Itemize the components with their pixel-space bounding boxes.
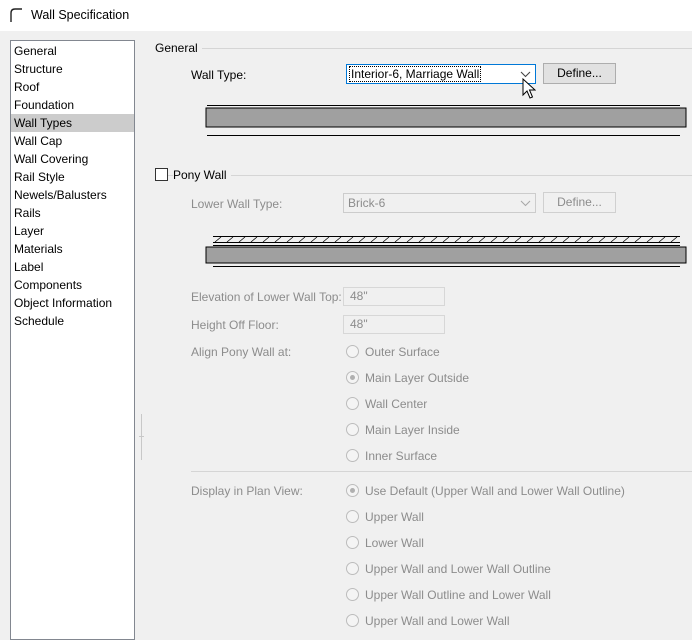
height-off-floor-label: Height Off Floor: xyxy=(191,318,279,332)
chevron-down-icon xyxy=(520,200,531,207)
align-outer-surface-label[interactable]: Outer Surface xyxy=(365,345,440,359)
nav-item-roof[interactable]: Roof xyxy=(11,78,134,96)
title-bar: Wall Specification xyxy=(0,0,692,31)
mouse-cursor-icon xyxy=(522,78,536,99)
nav-item-foundation[interactable]: Foundation xyxy=(11,96,134,114)
pony-wall-label[interactable]: Pony Wall xyxy=(173,168,231,182)
wall-type-value: Interior-6, Marriage Wall xyxy=(348,66,482,82)
display-upper-and-lower-label[interactable]: Upper Wall and Lower Wall xyxy=(365,614,510,628)
nav-item-wall-covering[interactable]: Wall Covering xyxy=(11,150,134,168)
nav-item-schedule[interactable]: Schedule xyxy=(11,312,134,330)
pony-group-line xyxy=(155,175,692,176)
app-arch-icon xyxy=(10,8,22,22)
align-main-layer-inside-radio[interactable] xyxy=(346,423,359,436)
general-group-line xyxy=(155,48,692,49)
lower-wall-type-label: Lower Wall Type: xyxy=(191,197,283,211)
wall-type-dropdown[interactable]: Interior-6, Marriage Wall xyxy=(346,64,536,84)
nav-item-components[interactable]: Components xyxy=(11,276,134,294)
elevation-label: Elevation of Lower Wall Top: xyxy=(191,290,342,304)
align-outer-surface-radio[interactable] xyxy=(346,345,359,358)
general-group-title: General xyxy=(155,41,202,55)
nav-item-newels-balusters[interactable]: Newels/Balusters xyxy=(11,186,134,204)
height-off-floor-input[interactable]: 48" xyxy=(343,315,445,334)
display-divider xyxy=(191,471,692,472)
elevation-input[interactable]: 48" xyxy=(343,287,445,306)
display-upper-lower-outline-label[interactable]: Upper Wall and Lower Wall Outline xyxy=(365,562,551,576)
display-upper-outline-lower-radio[interactable] xyxy=(346,588,359,601)
display-lower-wall-label[interactable]: Lower Wall xyxy=(365,536,424,550)
wall-type-preview xyxy=(205,105,687,136)
splitter-grip xyxy=(139,436,144,437)
window-title: Wall Specification xyxy=(31,8,130,22)
align-main-layer-outside-radio[interactable] xyxy=(346,371,359,384)
align-inner-surface-radio[interactable] xyxy=(346,449,359,462)
align-main-layer-inside-label[interactable]: Main Layer Inside xyxy=(365,423,460,437)
align-wall-center-radio[interactable] xyxy=(346,397,359,410)
nav-item-object-information[interactable]: Object Information xyxy=(11,294,134,312)
nav-item-structure[interactable]: Structure xyxy=(11,60,134,78)
display-upper-and-lower-radio[interactable] xyxy=(346,614,359,627)
nav-item-general[interactable]: General xyxy=(11,42,134,60)
nav-item-label[interactable]: Label xyxy=(11,258,134,276)
display-use-default-label[interactable]: Use Default (Upper Wall and Lower Wall O… xyxy=(365,484,625,498)
align-inner-surface-label[interactable]: Inner Surface xyxy=(365,449,437,463)
nav-item-layer[interactable]: Layer xyxy=(11,222,134,240)
pony-wall-checkbox[interactable] xyxy=(155,168,168,181)
display-use-default-radio[interactable] xyxy=(346,484,359,497)
display-upper-wall-radio[interactable] xyxy=(346,510,359,523)
lower-wall-type-preview xyxy=(205,236,687,267)
align-pony-wall-label: Align Pony Wall at: xyxy=(191,345,292,359)
display-upper-lower-outline-radio[interactable] xyxy=(346,562,359,575)
nav-item-rail-style[interactable]: Rail Style xyxy=(11,168,134,186)
nav-item-wall-cap[interactable]: Wall Cap xyxy=(11,132,134,150)
splitter-handle[interactable] xyxy=(141,414,142,460)
wall-type-label: Wall Type: xyxy=(191,68,247,82)
nav-item-rails[interactable]: Rails xyxy=(11,204,134,222)
display-lower-wall-radio[interactable] xyxy=(346,536,359,549)
define-lower-wall-type-button[interactable]: Define... xyxy=(543,192,616,213)
align-wall-center-label[interactable]: Wall Center xyxy=(365,397,427,411)
align-main-layer-outside-label[interactable]: Main Layer Outside xyxy=(365,371,469,385)
display-upper-wall-label[interactable]: Upper Wall xyxy=(365,510,424,524)
display-upper-outline-lower-label[interactable]: Upper Wall Outline and Lower Wall xyxy=(365,588,551,602)
lower-wall-type-dropdown[interactable]: Brick-6 xyxy=(343,193,536,213)
define-wall-type-button[interactable]: Define... xyxy=(543,63,616,84)
lower-wall-type-value: Brick-6 xyxy=(348,196,386,210)
category-list[interactable]: General Structure Roof Foundation Wall T… xyxy=(10,40,135,640)
display-in-plan-view-label: Display in Plan View: xyxy=(191,484,303,498)
nav-item-wall-types[interactable]: Wall Types xyxy=(11,114,134,132)
nav-item-materials[interactable]: Materials xyxy=(11,240,134,258)
